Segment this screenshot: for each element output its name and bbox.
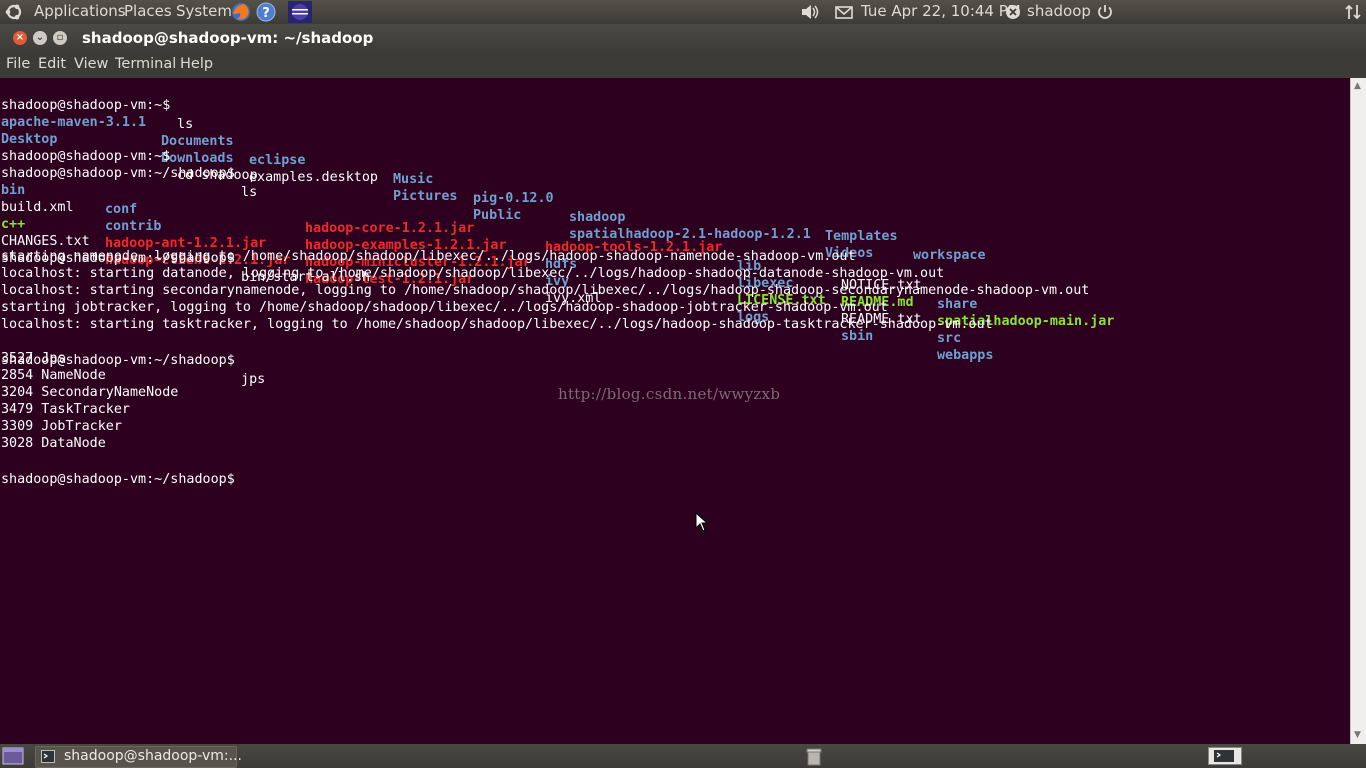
- output-text: 2854 NameNode: [1, 368, 106, 383]
- terminal-output[interactable]: shadoop@shadoop-vm:~$ ls apache-maven-3.…: [0, 78, 1350, 744]
- top-panel: Applications Places System ? Tue Apr 22,…: [0, 0, 1366, 24]
- terminal-line: shadoop@shadoop-vm:~$ cd shadoop: [1, 129, 258, 183]
- dir-entry: Templates: [825, 229, 898, 244]
- dir-entry: apache-maven-3.1.1: [1, 115, 147, 130]
- svg-text:?: ?: [262, 6, 270, 21]
- dir-entry: Pictures: [393, 189, 458, 204]
- menu-edit[interactable]: Edit: [38, 56, 66, 72]
- applications-menu[interactable]: Applications: [34, 2, 126, 20]
- output-text: 3204 SecondaryNameNode: [1, 385, 179, 400]
- terminal-line: shadoop@shadoop-vm:~/shadoop$ ls: [1, 146, 257, 200]
- terminal-line: shadoop@shadoop-vm:~/shadoop$ bin/start-…: [1, 231, 370, 285]
- terminal-line: apache-maven-3.1.1 Documents eclipse Mus…: [1, 95, 986, 263]
- scroll-down-icon[interactable]: ▼: [1354, 730, 1361, 740]
- terminal-line: Desktop Downloads examples.desktop Pictu…: [1, 112, 873, 261]
- close-icon[interactable]: ×: [13, 31, 27, 45]
- firefox-icon[interactable]: [231, 2, 251, 22]
- output-text: localhost: starting secondarynamenode, l…: [1, 283, 1090, 298]
- volume-icon[interactable]: [800, 2, 820, 22]
- command: ls: [233, 185, 258, 200]
- network-icon[interactable]: [1343, 2, 1363, 22]
- output-text: starting jobtracker, logging to /home/sh…: [1, 300, 888, 315]
- scroll-up-icon[interactable]: ▲: [1354, 81, 1361, 91]
- dir-entry: contrib: [105, 219, 162, 234]
- show-desktop-icon[interactable]: [2, 747, 24, 765]
- prompt: shadoop@shadoop-vm:~/shadoop$: [1, 166, 235, 181]
- eclipse-icon[interactable]: [288, 1, 312, 23]
- system-menu[interactable]: System: [176, 2, 232, 20]
- mouse-cursor-icon: [695, 512, 709, 532]
- file-entry: examples.desktop: [249, 170, 378, 185]
- command: jps: [233, 372, 266, 387]
- terminal-line: shadoop@shadoop-vm:~/shadoop$: [1, 452, 235, 487]
- dir-entry: conf: [105, 202, 138, 217]
- output-text: localhost: starting tasktracker, logging…: [1, 317, 993, 332]
- menu-terminal[interactable]: Terminal: [115, 56, 176, 72]
- watermark: http://blog.csdn.net/wwyzxb: [558, 385, 781, 403]
- bottom-panel: shadoop@shadoop-vm:...: [0, 744, 1366, 768]
- output-text: 3028 DataNode: [1, 436, 106, 451]
- terminal-line: c++ hadoop-ant-1.2.1.jar hadoop-miniclus…: [1, 197, 961, 346]
- terminal-scrollbar[interactable]: ▲ ▼: [1350, 78, 1366, 744]
- output-text: 3309 JobTracker: [1, 419, 122, 434]
- dir-entry: webapps: [937, 348, 994, 363]
- terminal-line: shadoop@shadoop-vm:~/shadoop$ jps: [1, 333, 265, 387]
- window-title: shadoop@shadoop-vm: ~/shadoop: [82, 29, 374, 47]
- output-text: starting namenode, logging to /home/shad…: [1, 249, 856, 264]
- terminal-icon: [41, 750, 55, 763]
- dir-entry: Public: [473, 208, 522, 223]
- places-menu[interactable]: Places: [124, 2, 172, 20]
- terminal-line: build.xml contrib hadoop-examples-1.2.1.…: [1, 180, 1114, 329]
- dir-entry: pig-0.12.0: [473, 191, 554, 206]
- maximize-icon[interactable]: ▫: [53, 31, 67, 45]
- dir-entry: Music: [393, 172, 434, 187]
- terminal-line: bin conf hadoop-core-1.2.1.jar hadoop-to…: [1, 163, 977, 312]
- mail-icon[interactable]: [834, 2, 854, 22]
- help-icon[interactable]: ?: [256, 2, 276, 22]
- window-titlebar[interactable]: × ⌄ ▫ shadoop@shadoop-vm: ~/shadoop: [0, 24, 1366, 52]
- dir-entry: shadoop: [569, 210, 626, 225]
- dir-entry: Documents: [161, 134, 234, 149]
- minimize-icon[interactable]: ⌄: [33, 31, 47, 45]
- terminal-line: shadoop@shadoop-vm:~$ ls: [1, 78, 193, 132]
- dir-entry: workspace: [913, 248, 986, 263]
- output-text: 3479 TaskTracker: [1, 402, 130, 417]
- workspace-switcher-icon[interactable]: [1208, 747, 1242, 765]
- power-icon[interactable]: [1095, 2, 1115, 22]
- menu-view[interactable]: View: [74, 56, 108, 72]
- prompt: shadoop@shadoop-vm:~$: [1, 98, 171, 113]
- trash-icon[interactable]: [804, 746, 824, 766]
- taskbar-terminal-button[interactable]: shadoop@shadoop-vm:...: [35, 746, 242, 768]
- user-status-icon[interactable]: [1005, 4, 1021, 20]
- taskbar-terminal-label: shadoop@shadoop-vm:...: [64, 748, 242, 764]
- menubar: File Edit View Terminal Help: [0, 52, 1366, 78]
- output-text: 3527 Jps: [1, 351, 66, 366]
- menu-file[interactable]: File: [6, 56, 30, 72]
- output-text: localhost: starting datanode, logging to…: [1, 266, 945, 281]
- user-name[interactable]: shadoop: [1027, 2, 1091, 20]
- ubuntu-logo-icon[interactable]: [4, 2, 24, 22]
- archive-entry: hadoop-core-1.2.1.jar: [305, 221, 475, 236]
- prompt: shadoop@shadoop-vm:~/shadoop$: [1, 472, 235, 487]
- command: ls: [169, 117, 194, 132]
- menu-help[interactable]: Help: [180, 56, 213, 72]
- prompt: shadoop@shadoop-vm:~$: [1, 149, 171, 164]
- clock[interactable]: Tue Apr 22, 10:44 PM: [861, 2, 1021, 20]
- terminal-line: CHANGES.txt hadoop-client-1.2.1.jar hado…: [1, 214, 993, 363]
